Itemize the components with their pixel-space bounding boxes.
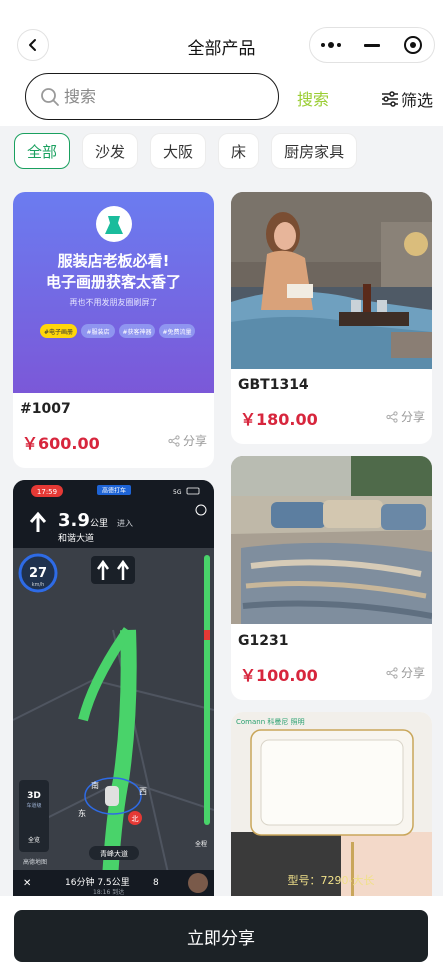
nav-action: 进入	[117, 519, 133, 528]
top-bar: 全部产品 搜索 筛选	[0, 0, 443, 126]
product-name: GBT1314	[238, 377, 309, 393]
status-network: 5G	[173, 489, 182, 496]
mode-3d-sub: 车道级	[26, 802, 41, 809]
banner-subtitle: 再也不用发朋友圈刷屏了	[70, 297, 158, 307]
product-card[interactable]: 17:59 高德打车 5G 3.9 公里 进入 和谐大道 27 km/h 南 西…	[13, 480, 214, 896]
minimize-button[interactable]	[351, 28, 392, 62]
svg-text:✕: ✕	[23, 878, 31, 889]
category-tab-kitchen[interactable]: 厨房家具	[271, 133, 358, 169]
filter-sliders-icon	[382, 91, 398, 107]
trip-summary: 16分钟 7.5公里	[65, 876, 130, 888]
current-road: 青峰大道	[100, 849, 128, 858]
category-tab-osaka[interactable]: 大阪	[150, 133, 207, 169]
search-box[interactable]	[25, 73, 279, 120]
speed-unit: km/h	[32, 582, 45, 588]
share-label: 分享	[182, 434, 207, 448]
traffic-light-count: 8	[153, 878, 159, 888]
share-button[interactable]: 分享	[168, 432, 207, 449]
banner-tag: #获客神器	[122, 328, 151, 336]
more-icon	[320, 42, 341, 48]
compass-label: 东	[78, 808, 86, 818]
lamp-model: 型号：7290-大长	[288, 873, 375, 887]
product-card[interactable]: 服装店老板必看! 电子画册获客太香了 再也不用发朋友圈刷屏了 #电子画册 #服装…	[13, 192, 214, 468]
product-image: 17:59 高德打车 5G 3.9 公里 进入 和谐大道 27 km/h 南 西…	[13, 480, 214, 896]
product-image: 服装店老板必看! 电子画册获客太香了 再也不用发朋友圈刷屏了 #电子画册 #服装…	[13, 192, 214, 393]
nav-road: 和谐大道	[58, 532, 94, 544]
banner-tag: #免费流量	[162, 328, 191, 336]
product-image: Comann 科曼尼 照明 型号：7290-大长	[231, 712, 432, 896]
compass-label: 北	[132, 815, 139, 823]
share-button[interactable]: 分享	[386, 408, 425, 425]
share-now-button[interactable]: 立即分享	[14, 910, 428, 962]
close-miniprogram-button[interactable]	[393, 28, 434, 62]
product-image	[231, 192, 432, 369]
banner-title-2: 电子画册获客太香了	[46, 273, 181, 291]
product-price: ￥180.00	[240, 410, 318, 429]
status-time: 17:59	[37, 488, 57, 496]
search-button[interactable]: 搜索	[297, 86, 329, 110]
product-name: G1231	[238, 633, 289, 649]
category-tab-all[interactable]: 全部	[14, 133, 71, 169]
share-icon	[386, 666, 398, 679]
target-icon	[404, 36, 423, 54]
share-icon	[386, 410, 398, 423]
product-price: ￥600.00	[22, 434, 100, 453]
category-tab-bed[interactable]: 床	[218, 133, 260, 169]
map-brand: 高德地图	[23, 858, 47, 866]
compass-label: 南	[91, 780, 99, 790]
overview-right: 全程	[195, 840, 207, 848]
status-app-name: 高德打车	[102, 487, 126, 495]
bottom-bar: 立即分享	[0, 896, 443, 975]
search-icon	[41, 87, 59, 106]
nav-distance: 3.9	[58, 510, 90, 531]
more-button[interactable]	[310, 28, 351, 62]
banner-title-1: 服装店老板必看!	[58, 252, 170, 270]
share-label: 分享	[400, 666, 425, 680]
product-price: ￥100.00	[240, 666, 318, 685]
share-button[interactable]: 分享	[386, 664, 425, 681]
overview-label: 全览	[28, 836, 40, 844]
speed-value: 27	[29, 566, 47, 581]
category-tabs: 全部 沙发 大阪 床 厨房家具	[14, 133, 358, 169]
filter-label: 筛选	[401, 91, 434, 110]
banner-tag: #服装店	[86, 328, 109, 336]
minus-icon	[363, 43, 380, 47]
arrive-time: 18:16 到达	[93, 888, 124, 896]
mode-3d-label: 3D	[27, 791, 41, 801]
category-tab-sofa[interactable]: 沙发	[82, 133, 139, 169]
nav-distance-unit: 公里	[90, 518, 108, 529]
mini-program-capsule	[309, 27, 435, 63]
filter-button[interactable]: 筛选	[381, 87, 433, 111]
banner-tag: #电子画册	[44, 328, 73, 336]
compass-label: 西	[139, 787, 147, 796]
product-name: #1007	[20, 401, 71, 417]
product-card[interactable]: G1231 ￥100.00 分享	[231, 456, 432, 700]
product-card[interactable]: GBT1314 ￥180.00 分享	[231, 192, 432, 444]
product-card[interactable]: Comann 科曼尼 照明 型号：7290-大长	[231, 712, 432, 896]
share-icon	[168, 434, 180, 447]
lamp-brand: Comann 科曼尼 照明	[236, 717, 305, 726]
product-image	[231, 456, 432, 624]
share-label: 分享	[400, 410, 425, 424]
search-input[interactable]	[64, 87, 244, 106]
